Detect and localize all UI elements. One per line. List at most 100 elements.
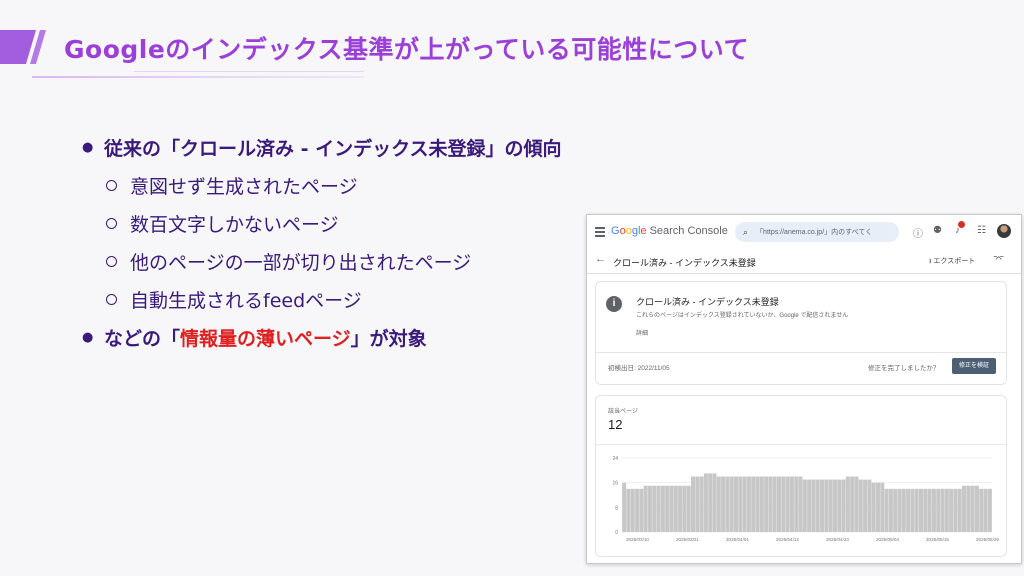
bar [824,479,829,532]
fix-question: 修正を完了しましたか？ [868,365,940,372]
divider [596,444,1006,445]
bar [893,488,898,532]
bar [845,476,850,532]
page-title: クロール済み - インデックス未登録 [613,258,756,268]
bar [841,479,846,532]
bar [897,488,902,532]
divider [596,352,1006,353]
bar [811,479,816,532]
bar [712,473,717,532]
bar [807,479,812,532]
slide-title: Googleのインデックス基準が上がっている可能性について [64,35,750,64]
bar [936,488,941,532]
bar [974,485,979,532]
x-tick-label: 2025/04/23 [826,537,849,542]
bar [777,476,782,532]
bar [716,476,721,532]
bar [957,488,962,532]
x-tick-label: 2025/05/26 [976,537,999,542]
x-tick-label: 2025/04/12 [776,537,799,542]
bar [665,485,670,532]
avatar[interactable] [997,224,1011,238]
search-input[interactable]: ⌕ 「https://anema.co.jp/」内のすべてく [735,222,899,242]
export-button[interactable]: ⭳ エクスポート [929,256,975,268]
bar [802,479,807,532]
bar [867,479,872,532]
x-tick-label: 2025/03/21 [676,537,699,542]
bar [875,482,880,532]
status-title: クロール済み - インデックス未登録 [636,297,779,307]
bar [708,473,713,532]
bar [734,476,739,532]
details-link[interactable]: 詳細 [636,328,648,337]
search-placeholder: 「https://anema.co.jp/」内のすべてく [756,229,873,236]
search-icon: ⌕ [743,226,749,237]
circle-bullet-icon [106,179,117,191]
first-detected-date: 初検出日: 2022/11/05 [608,365,670,372]
bullet-dot-icon: ● [82,329,94,345]
validate-fix-button[interactable]: 修正を検証 [952,358,996,374]
bar [643,485,648,532]
sub-bullet-item: 数百文字しかないページ [82,204,602,242]
bar [695,476,700,532]
sub-bullet-item: 意図せず生成されたページ [82,166,602,204]
share-icon[interactable]: ⌤ [993,254,1005,265]
help-icon[interactable]: ⓘ [913,225,923,240]
bullet-item-1: ● 従来の「クロール済み - インデックス未登録」の傾向 [82,128,602,166]
menu-icon[interactable] [595,227,605,239]
bar [858,479,863,532]
sub-bullet-item: 他のページの一部が切り出されたページ [82,242,602,280]
search-console-screenshot: Google Search Console ⌕ 「https://anema.c… [586,214,1022,564]
sub-bullet-text: 他のページの一部が切り出されたページ [130,251,472,274]
bar [785,476,790,532]
x-tick-label: 2025/04/01 [726,537,749,542]
people-icon[interactable]: ⚉ [933,225,942,236]
bar [768,476,773,532]
title-underline [32,76,364,78]
sub-bullet-text: 数百文字しかないページ [130,213,339,236]
y-tick-label: 0 [615,530,618,536]
bar [678,485,683,532]
bullet-list: ● 従来の「クロール済み - インデックス未登録」の傾向 意図せず生成されたペー… [82,128,602,356]
bar [703,473,708,532]
bar [759,476,764,532]
affected-pages-label: 該当ページ [608,409,638,415]
bar [626,488,631,532]
bar [660,485,665,532]
bar [751,476,756,532]
bar [910,488,915,532]
bar [970,485,975,532]
bar [742,476,747,532]
bar [983,488,988,532]
gsc-top-bar: Google Search Console ⌕ 「https://anema.c… [587,215,1021,249]
bar [682,485,687,532]
bar [781,476,786,532]
bar [725,476,730,532]
bar [652,485,657,532]
bar [944,488,949,532]
bar [850,476,855,532]
bullet-dot-icon: ● [82,139,94,155]
bar [686,485,691,532]
y-tick-label: 16 [612,481,618,487]
bar [962,485,967,532]
x-tick-label: 2025/05/04 [876,537,899,542]
circle-bullet-icon [106,293,117,305]
bullet-text-post: 」が対象 [350,327,427,350]
bar [923,488,928,532]
bar [914,488,919,532]
bar [966,485,971,532]
bar [699,476,704,532]
bar [764,476,769,532]
bar [953,488,958,532]
bullet-text: 従来の「クロール済み - インデックス未登録」の傾向 [104,137,562,160]
back-arrow-icon[interactable]: ← [595,253,606,265]
bar [794,476,799,532]
bullet-item-2: ● などの「 情報量の薄いページ 」が対象 [82,318,602,356]
bar [901,488,906,532]
apps-icon[interactable]: ☷ [977,225,986,236]
info-icon: i [606,296,622,312]
title-underline-upper [134,71,364,72]
bar [837,479,842,532]
sub-bullet-item: 自動生成されるfeedページ [82,280,602,318]
